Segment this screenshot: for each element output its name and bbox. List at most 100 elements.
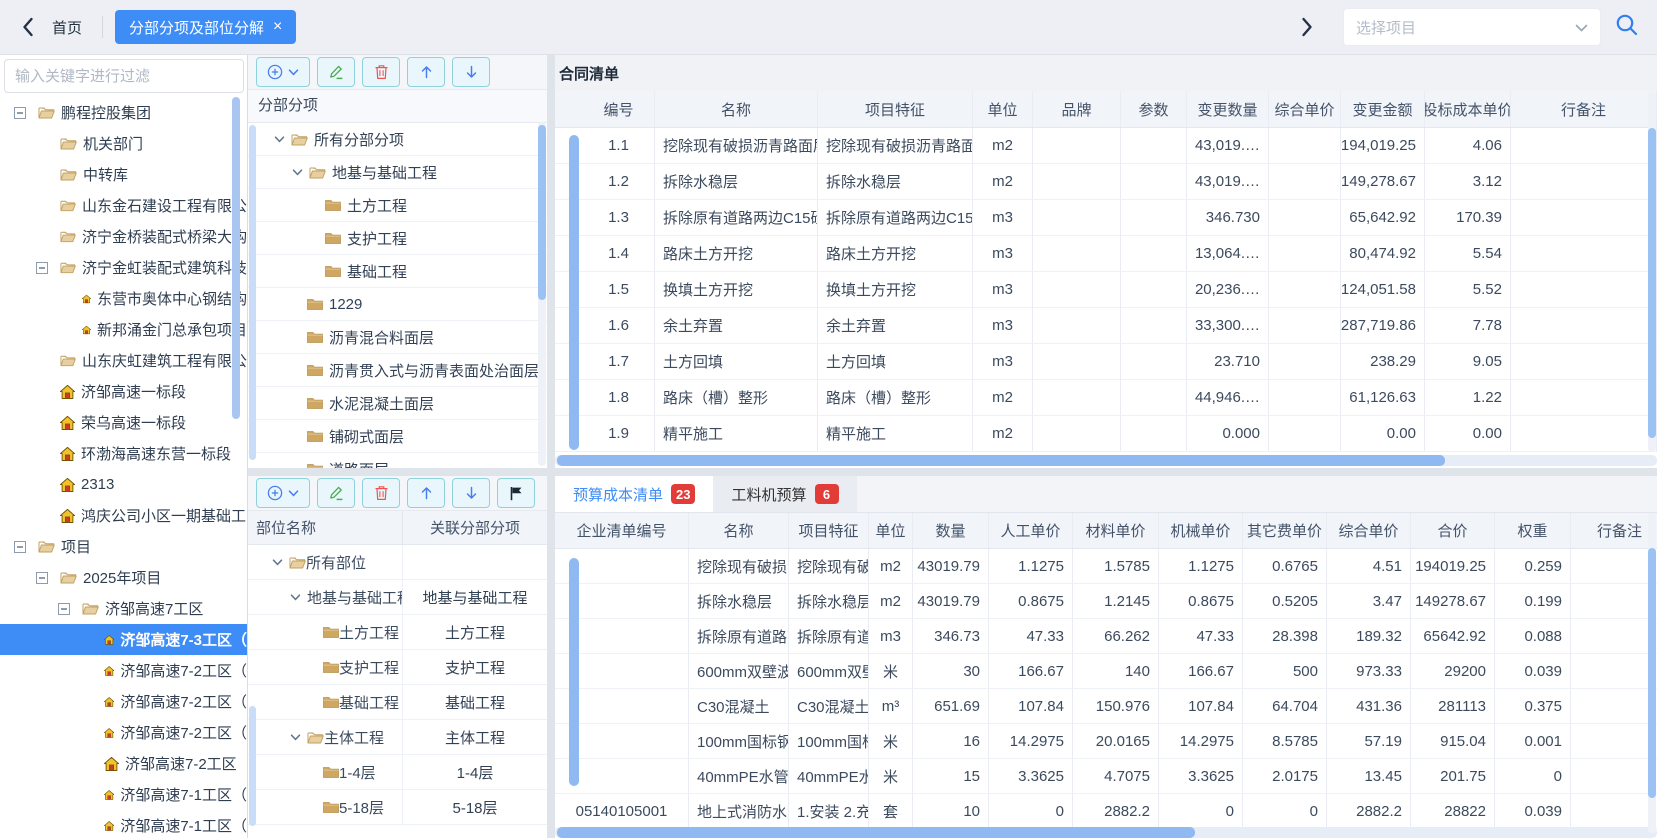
org-tree-item[interactable]: 东营市奥体中心钢结构 (0, 283, 247, 314)
part-row[interactable]: 所有部位 (248, 545, 547, 580)
move-up-button[interactable] (407, 57, 445, 87)
org-tree-item[interactable]: 济邹高速7-2工区 (0, 748, 247, 779)
org-tree-item[interactable]: 项目 (0, 531, 247, 562)
add-button[interactable] (256, 478, 310, 508)
flag-button[interactable] (497, 478, 535, 508)
org-tree-item[interactable]: 山东庆虹建筑工程有限公 (0, 345, 247, 376)
subitem-tree-item-label: 1229 (329, 296, 362, 313)
delete-button[interactable] (362, 478, 400, 508)
part-name-label: 土方工程 (339, 622, 399, 643)
budget-row[interactable]: C30混凝土C30混凝土m³651.69107.84150.976107.846… (555, 689, 1657, 724)
forward-chevron-icon[interactable] (1301, 17, 1313, 37)
home-link[interactable]: 首页 (52, 17, 82, 38)
budget-row[interactable]: 挖除现有破损沥青路面层挖除现有破损沥青路面层m243019.791.12751.… (555, 549, 1657, 584)
tab-budget-cost-list[interactable]: 预算成本清单 23 (555, 476, 713, 512)
budget-row[interactable]: 05140105001地上式消防水泵1.安装 2.充套1002882.20028… (555, 794, 1657, 829)
close-icon[interactable]: × (273, 18, 282, 36)
org-tree-item[interactable]: 济邹高速7-1工区（ (0, 779, 247, 810)
move-up-button[interactable] (407, 478, 445, 508)
topbar-right: 选择项目 (1301, 8, 1639, 46)
subitem-left-scrollbar-thumb[interactable] (249, 125, 256, 460)
budget-row[interactable]: 拆除水稳层拆除水稳层m243019.790.86751.21450.86750.… (555, 584, 1657, 619)
tab-active[interactable]: 分部分项及部位分解 × (115, 10, 296, 44)
budget-row[interactable]: 拆除原有道路两边C15砼拆除原有道路两边C15砼m3346.7347.3366.… (555, 619, 1657, 654)
org-tree-item[interactable]: 山东金石建设工程有限公 (0, 190, 247, 221)
part-row[interactable]: 基础工程基础工程 (248, 685, 547, 720)
part-row[interactable]: 地基与基础工程地基与基础工程 (248, 580, 547, 615)
part-name-label: 主体工程 (324, 727, 384, 748)
folder-open-icon (82, 602, 99, 615)
budget-row[interactable]: 100mm国标钢管100mm国标钢管米1614.297520.016514.29… (555, 724, 1657, 759)
project-select[interactable]: 选择项目 (1343, 8, 1601, 46)
part-row[interactable]: 土方工程土方工程 (248, 615, 547, 650)
subitem-tree-item[interactable]: 土方工程 (248, 189, 547, 222)
sidebar-scrollbar-thumb[interactable] (232, 97, 240, 419)
edit-button[interactable] (317, 478, 355, 508)
org-tree-item[interactable]: 济宁金虹装配式建筑科技 (0, 252, 247, 283)
contract-hscrollbar-thumb[interactable] (557, 455, 1445, 466)
part-row[interactable]: 主体工程主体工程 (248, 720, 547, 755)
contract-row[interactable]: 1.2拆除水稳层拆除水稳层m243,019.…149,278.673.12 (555, 164, 1657, 200)
add-button[interactable] (256, 57, 310, 87)
org-tree-item[interactable]: 机关部门 (0, 128, 247, 159)
cell (1571, 549, 1657, 583)
budget-vscrollbar-thumb[interactable] (1648, 548, 1656, 798)
contract-row[interactable]: 1.9精平施工精平施工m20.0000.000.00 (555, 416, 1657, 452)
budget-row[interactable]: 600mm双壁波纹管600mm双壁波纹管米30166.67140166.6750… (555, 654, 1657, 689)
subitem-tree-item[interactable]: 沥青混合料面层 (248, 321, 547, 354)
subitem-tree-item[interactable]: 道路面层 (248, 453, 547, 468)
org-tree-item[interactable]: 济邹高速7-1工区（ (0, 810, 247, 838)
edit-button[interactable] (317, 57, 355, 87)
part-row[interactable]: 5-18层5-18层 (248, 790, 547, 825)
org-tree-item[interactable]: 环渤海高速东营一标段 (0, 438, 247, 469)
part-name-label: 所有部位 (306, 552, 366, 573)
subitem-scrollbar-thumb[interactable] (538, 125, 546, 300)
org-tree-item[interactable]: 济宁金桥装配式桥梁大构 (0, 221, 247, 252)
search-icon[interactable] (1615, 13, 1639, 41)
subitem-tree-item[interactable]: 1229 (248, 288, 547, 321)
cell: 346.730 (1187, 200, 1269, 235)
org-tree-item[interactable]: 2313 (0, 469, 247, 500)
org-tree-item[interactable]: 中转库 (0, 159, 247, 190)
contract-vscrollbar-thumb[interactable] (1648, 128, 1656, 438)
part-left-scrollbar-thumb[interactable] (249, 706, 256, 826)
org-tree-item[interactable]: 济邹高速7-2工区（ (0, 717, 247, 748)
back-chevron-icon[interactable] (22, 17, 34, 37)
filter-input[interactable] (4, 59, 244, 93)
org-tree-item[interactable]: 济邹高速7-2工区（ (0, 686, 247, 717)
org-tree-item[interactable]: 荣乌高速一标段 (0, 407, 247, 438)
chevron-down-icon (288, 490, 299, 497)
move-down-button[interactable] (452, 57, 490, 87)
contract-row[interactable]: 1.8路床（槽）整形路床（槽）整形m244,946.…61,126.631.22 (555, 380, 1657, 416)
contract-row[interactable]: 1.7土方回填土方回填m323.710238.299.05 (555, 344, 1657, 380)
subitem-tree-item[interactable]: 水泥混凝土面层 (248, 387, 547, 420)
budget-left-scrollbar-thumb[interactable] (569, 558, 579, 786)
contract-row[interactable]: 1.5换填土方开挖换填土方开挖m320,236.…124,051.585.52 (555, 272, 1657, 308)
org-tree-item[interactable]: 鹏程控股集团 (0, 97, 247, 128)
move-down-button[interactable] (452, 478, 490, 508)
contract-row[interactable]: 1.3拆除原有道路两边C15砼拆除原有道路两边C15砼m3346.73065,6… (555, 200, 1657, 236)
org-tree-item[interactable]: 新邦涌金门总承包项目 (0, 314, 247, 345)
subitem-tree-item[interactable]: 支护工程 (248, 222, 547, 255)
budget-row[interactable]: 40mmPE水管40mmPE水管米153.36254.70753.36252.0… (555, 759, 1657, 794)
contract-left-scrollbar-thumb[interactable] (569, 135, 579, 450)
budget-hscrollbar-thumb[interactable] (557, 827, 1195, 838)
subitem-tree-item[interactable]: 沥青贯入式与沥青表面处治面层 (248, 354, 547, 387)
tab-labor-material-budget[interactable]: 工料机预算 6 (713, 476, 856, 512)
contract-row[interactable]: 1.1挖除现有破损沥青路面层挖除现有破损沥青路面层m243,019.…194,0… (555, 128, 1657, 164)
contract-row[interactable]: 1.6余土弃置余土弃置m333,300.…287,719.867.78 (555, 308, 1657, 344)
subitem-tree-item[interactable]: 所有分部分项 (248, 123, 547, 156)
org-tree-item[interactable]: 鸿庆公司小区一期基础工 (0, 500, 247, 531)
contract-row[interactable]: 1.4路床土方开挖路床土方开挖m313,064.…80,474.925.54 (555, 236, 1657, 272)
subitem-tree-item[interactable]: 铺砌式面层 (248, 420, 547, 453)
delete-button[interactable] (362, 57, 400, 87)
subitem-tree-item[interactable]: 基础工程 (248, 255, 547, 288)
org-tree-item[interactable]: 济邹高速7-3工区（ (0, 624, 247, 655)
org-tree-item[interactable]: 2025年项目 (0, 562, 247, 593)
org-tree-item[interactable]: 济邹高速一标段 (0, 376, 247, 407)
org-tree-item[interactable]: 济邹高速7-2工区（ (0, 655, 247, 686)
part-row[interactable]: 支护工程支护工程 (248, 650, 547, 685)
part-row[interactable]: 1-4层1-4层 (248, 755, 547, 790)
subitem-tree-item[interactable]: 地基与基础工程 (248, 156, 547, 189)
org-tree-item[interactable]: 济邹高速7工区 (0, 593, 247, 624)
